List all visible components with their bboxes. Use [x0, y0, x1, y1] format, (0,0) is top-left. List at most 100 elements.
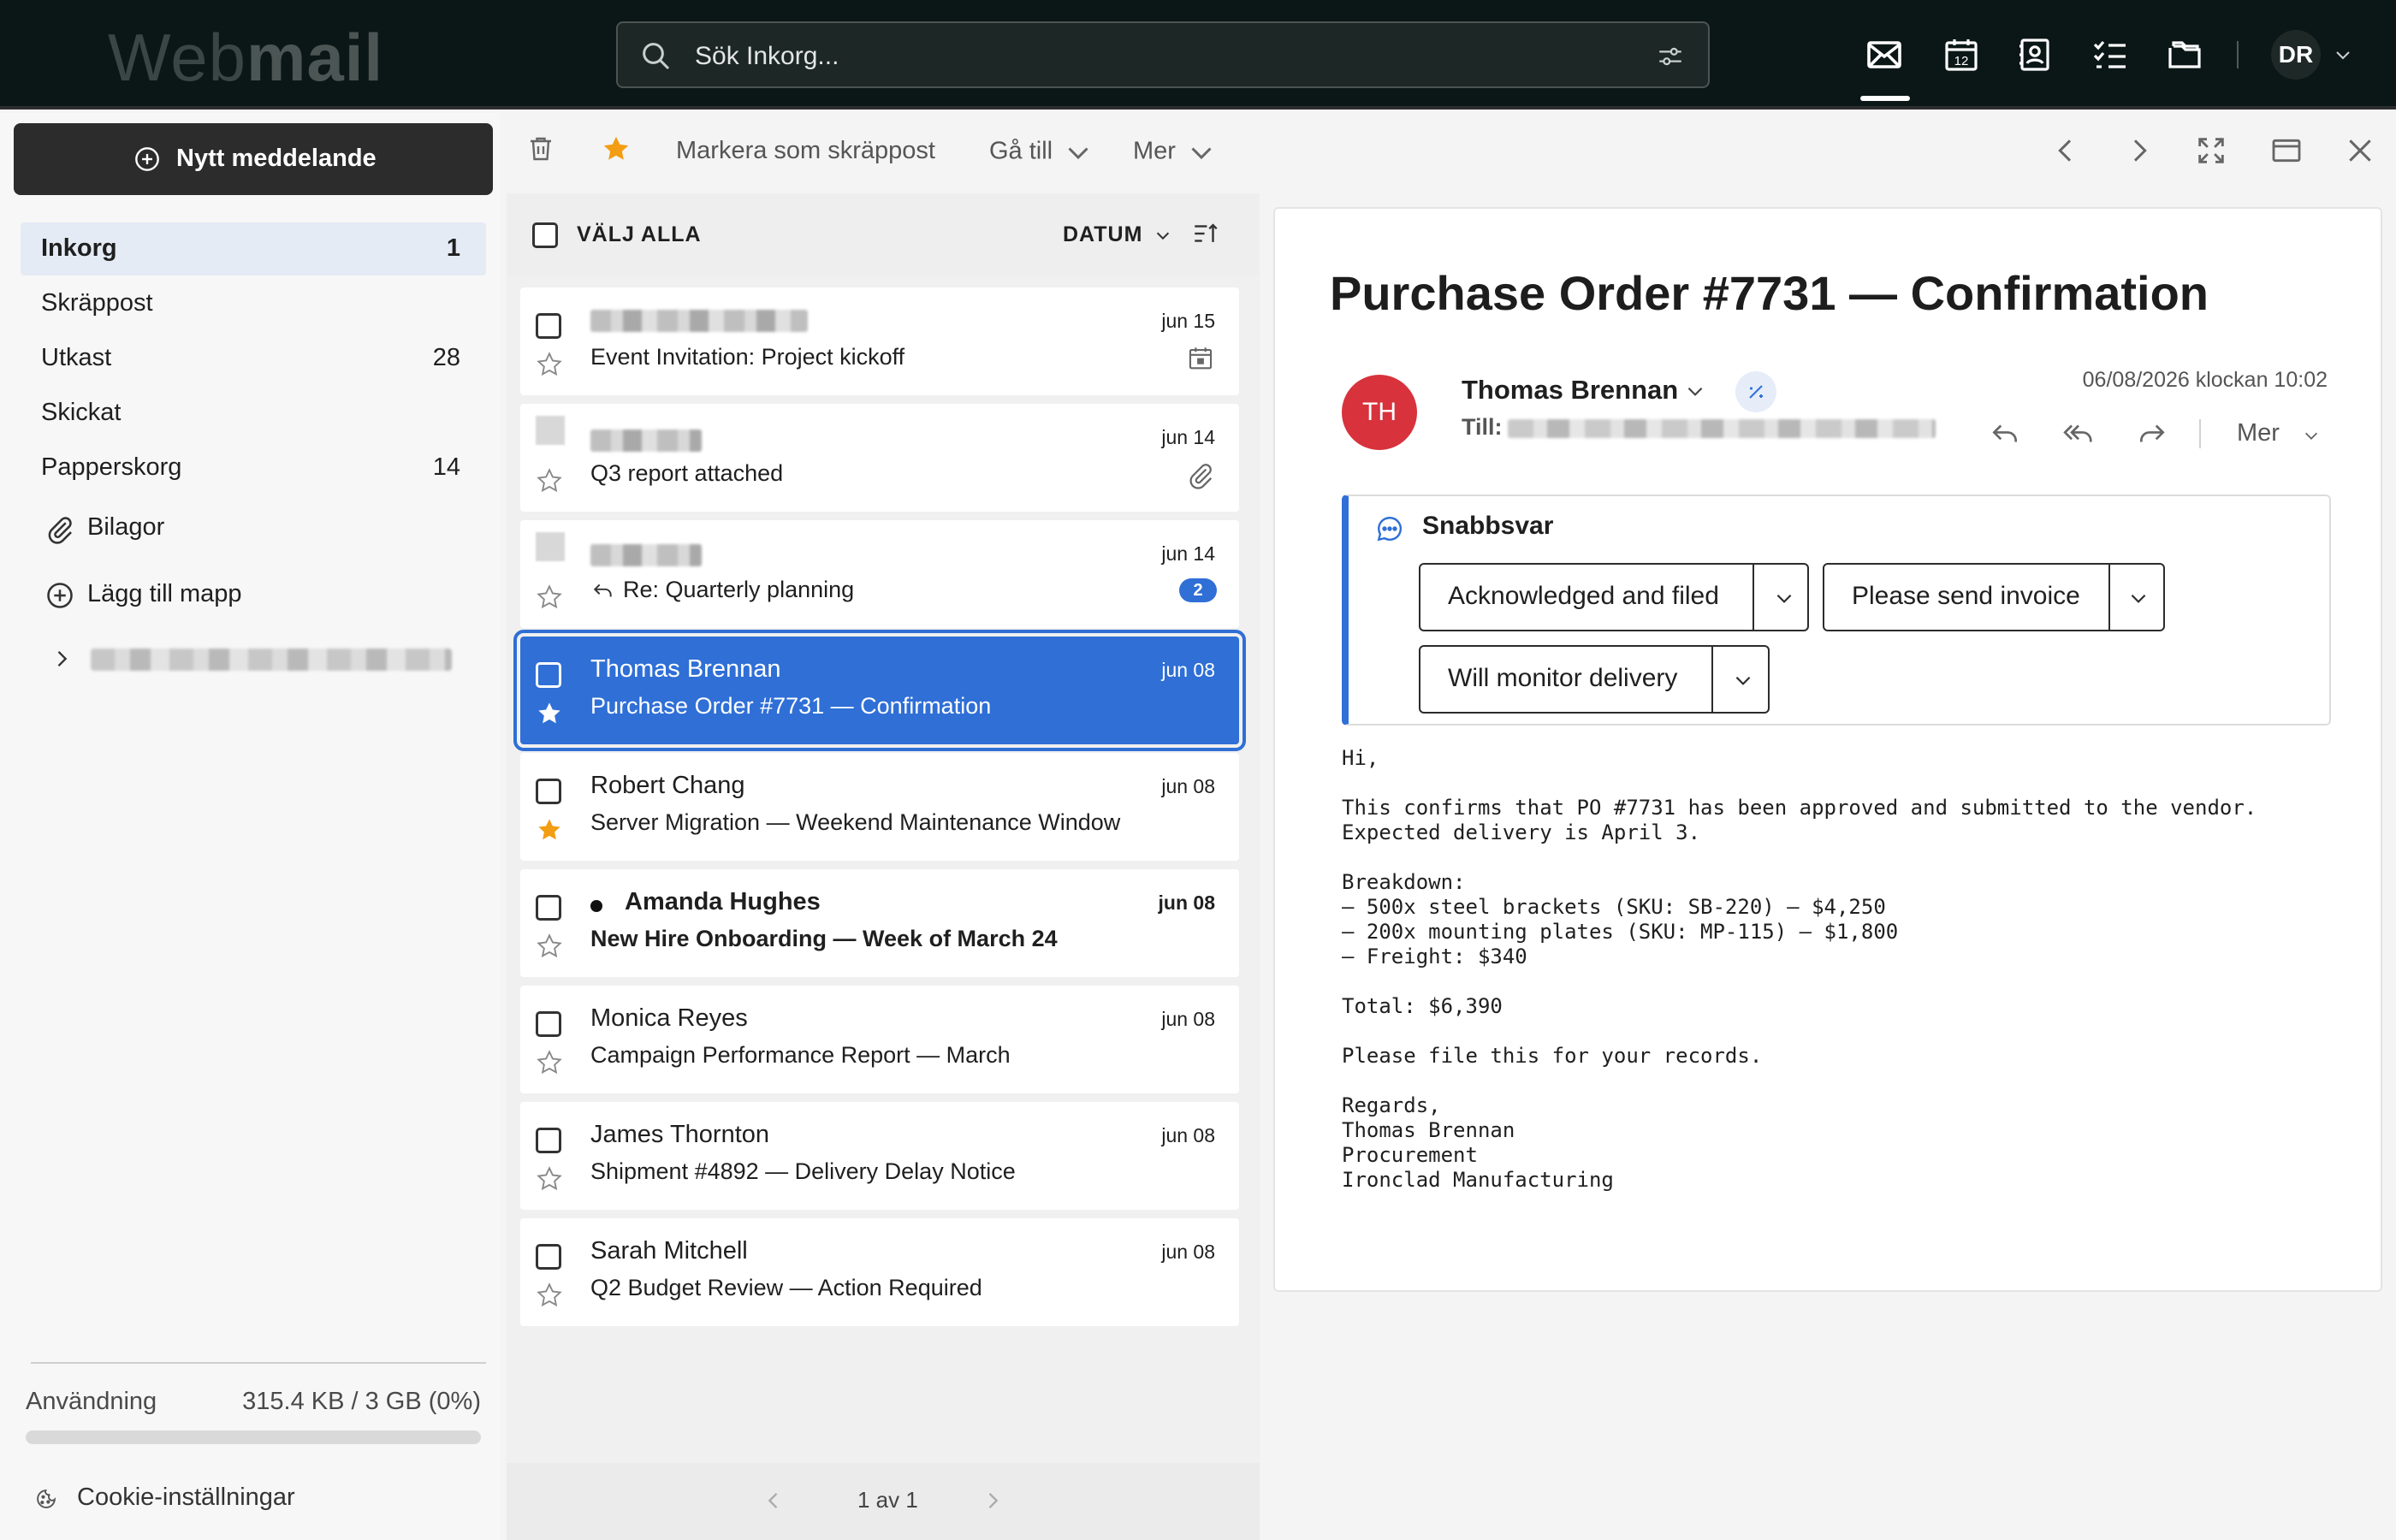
star-outline-icon[interactable] — [536, 583, 563, 611]
folder-sent[interactable]: Skickat — [21, 387, 486, 440]
folder-name: Skickat — [41, 399, 122, 426]
split-divider — [2108, 565, 2110, 630]
previous-message-icon[interactable] — [2049, 133, 2083, 168]
contacts-icon[interactable] — [2014, 34, 2055, 75]
list-item[interactable]: jun 14 Q3 report attached — [520, 404, 1239, 512]
folder-trash[interactable]: Papperskorg 14 — [21, 441, 486, 495]
forward-icon[interactable] — [2136, 418, 2168, 450]
chevron-down-icon[interactable] — [2302, 426, 2321, 445]
row-checkbox[interactable] — [536, 895, 561, 921]
chevron-right-icon[interactable] — [50, 647, 74, 671]
next-message-icon[interactable] — [2122, 133, 2156, 168]
quick-reply-button[interactable]: Please send invoice — [1823, 563, 2165, 631]
chevron-down-icon[interactable] — [1154, 226, 1172, 245]
page-indicator: 1 av 1 — [857, 1487, 918, 1513]
ai-assist-icon[interactable] — [1735, 371, 1776, 412]
sort-order-icon[interactable] — [1191, 219, 1220, 248]
list-item[interactable]: Amanda Hughes jun 08 New Hire Onboarding… — [520, 869, 1239, 977]
row-checkbox[interactable] — [536, 1128, 561, 1153]
star-outline-icon[interactable] — [536, 1049, 563, 1076]
more-menu[interactable]: Mer — [1133, 137, 1217, 175]
drive-icon[interactable] — [2165, 34, 2206, 75]
close-icon[interactable] — [2343, 133, 2377, 168]
user-avatar[interactable]: DR — [2271, 30, 2321, 80]
message-subject: Shipment #4892 — Delivery Delay Notice — [590, 1158, 1016, 1184]
message-subject: Campaign Performance Report — March — [590, 1042, 1011, 1068]
list-item[interactable]: Robert Chang jun 08 Server Migration — W… — [520, 753, 1239, 861]
row-checkbox[interactable] — [536, 779, 561, 804]
chevron-down-icon[interactable] — [1773, 587, 1795, 609]
folder-drafts[interactable]: Utkast 28 — [21, 332, 486, 385]
row-checkbox[interactable] — [536, 1244, 561, 1270]
calendar-icon[interactable]: 12 — [1941, 34, 1982, 75]
app-logo[interactable]: Webmail — [108, 19, 383, 96]
star-button[interactable] — [601, 133, 632, 171]
sender-avatar: TH — [1342, 375, 1417, 450]
star-outline-icon[interactable] — [536, 351, 563, 378]
plus-circle-icon — [47, 583, 73, 608]
reply-icon[interactable] — [1989, 418, 2021, 450]
row-checkbox[interactable] — [536, 313, 561, 339]
fullscreen-icon[interactable] — [2194, 133, 2228, 168]
more-actions-button[interactable]: Mer — [2237, 419, 2280, 447]
mark-spam-button[interactable]: Markera som skräppost — [676, 137, 935, 175]
star-filled-icon[interactable] — [536, 700, 563, 727]
chevron-down-icon — [1068, 147, 1088, 160]
list-header: VÄLJ ALLA DATUM — [507, 193, 1260, 275]
compose-label: Nytt meddelande — [176, 145, 377, 172]
attachments-link[interactable]: Bilagor — [44, 506, 489, 549]
paperclip-icon — [1189, 464, 1213, 489]
plus-circle-icon — [135, 147, 159, 171]
row-checkbox[interactable] — [536, 662, 561, 688]
folder-inbox[interactable]: Inkorg 1 — [21, 222, 486, 275]
layout-toggle-icon[interactable] — [2269, 133, 2304, 168]
star-outline-icon[interactable] — [536, 467, 563, 495]
select-all-checkbox[interactable] — [532, 222, 558, 248]
reply-all-icon[interactable] — [2062, 418, 2095, 450]
filter-icon[interactable] — [1655, 42, 1686, 71]
redacted-sender — [590, 310, 808, 332]
add-folder-label: Lägg till mapp — [87, 580, 242, 607]
pagination: 1 av 1 — [507, 1463, 1260, 1540]
row-checkbox[interactable] — [536, 1011, 561, 1037]
sort-by-date[interactable]: DATUM — [1063, 222, 1142, 247]
compose-button[interactable]: Nytt meddelande — [14, 123, 493, 195]
quick-reply-button[interactable]: Will monitor delivery — [1419, 645, 1770, 714]
sender-name[interactable]: Thomas Brennan — [1462, 375, 1678, 406]
message-subject: Event Invitation: Project kickoff — [590, 344, 905, 370]
chevron-down-icon[interactable] — [1684, 380, 1706, 402]
quick-reply-button[interactable]: Acknowledged and filed — [1419, 563, 1809, 631]
select-all-label[interactable]: VÄLJ ALLA — [577, 222, 702, 247]
chevron-left-icon[interactable] — [762, 1489, 786, 1513]
star-outline-icon[interactable] — [536, 1282, 563, 1309]
star-outline-icon[interactable] — [536, 1165, 563, 1193]
list-item[interactable]: James Thornton jun 08 Shipment #4892 — D… — [520, 1102, 1239, 1210]
folder-spam[interactable]: Skräppost — [21, 277, 486, 330]
list-item[interactable]: Thomas Brennan jun 08 Purchase Order #77… — [513, 630, 1246, 751]
usage-bar — [26, 1430, 481, 1444]
search-input[interactable]: Sök Inkorg... — [695, 42, 839, 71]
list-item[interactable]: Monica Reyes jun 08 Campaign Performance… — [520, 986, 1239, 1093]
chevron-down-icon[interactable] — [1732, 669, 1754, 691]
mail-icon[interactable] — [1864, 34, 1905, 75]
tasks-icon[interactable] — [2090, 34, 2131, 75]
split-divider — [1711, 647, 1713, 712]
message-date: jun 08 — [1161, 659, 1215, 681]
chevron-down-icon — [1191, 147, 1212, 160]
chevron-down-icon[interactable] — [2333, 44, 2353, 65]
star-outline-icon[interactable] — [536, 933, 563, 960]
chevron-down-icon[interactable] — [2127, 587, 2150, 609]
add-folder-button[interactable]: Lägg till mapp — [44, 573, 489, 616]
list-item[interactable]: Sarah Mitchell jun 08 Q2 Budget Review —… — [520, 1218, 1239, 1326]
recipient-label: Till: — [1462, 414, 1503, 440]
list-item[interactable]: jun 14 Re: Quarterly planning 2 — [520, 520, 1239, 628]
message-subject: Server Migration — Weekend Maintenance W… — [590, 809, 1121, 835]
list-item[interactable]: jun 15 Event Invitation: Project kickoff — [520, 287, 1239, 395]
star-filled-icon[interactable] — [536, 816, 563, 844]
delete-button[interactable] — [525, 133, 556, 171]
goto-menu[interactable]: Gå till — [989, 137, 1094, 175]
search-box[interactable]: Sök Inkorg... — [616, 21, 1710, 88]
folder-name: Skräppost — [41, 289, 153, 317]
chevron-right-icon[interactable] — [981, 1489, 1005, 1513]
quick-reply-panel: Snabbsvar Acknowledged and filed Please … — [1342, 495, 2331, 726]
